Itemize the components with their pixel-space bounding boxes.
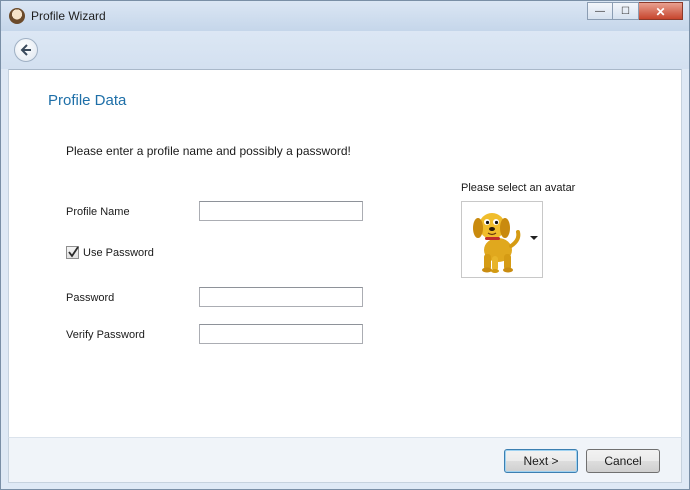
use-password-checkbox[interactable]	[66, 246, 79, 259]
wizard-footer: Next > Cancel	[8, 437, 682, 483]
page-title: Profile Data	[48, 92, 127, 109]
avatar-label: Please select an avatar	[461, 182, 576, 194]
instruction-text: Please enter a profile name and possibly…	[66, 144, 351, 158]
dropdown-arrow-icon[interactable]	[530, 236, 538, 240]
close-button[interactable]: ✕	[639, 2, 683, 20]
password-label: Password	[66, 292, 115, 304]
profile-name-input[interactable]	[199, 201, 363, 221]
cancel-button[interactable]: Cancel	[586, 449, 660, 473]
window-title: Profile Wizard	[31, 9, 106, 23]
back-button[interactable]	[14, 38, 38, 62]
next-button[interactable]: Next >	[504, 449, 578, 473]
use-password-checkbox-row[interactable]: Use Password	[66, 246, 154, 259]
avatar-selector[interactable]	[461, 201, 543, 278]
maximize-button[interactable]: ☐	[613, 2, 639, 20]
dog-avatar-icon	[473, 213, 521, 273]
title-bar[interactable]: Profile Wizard — ☐ ✕	[1, 1, 689, 31]
profile-name-label: Profile Name	[66, 206, 130, 218]
app-icon	[9, 8, 25, 24]
password-input[interactable]	[199, 287, 363, 307]
checkmark-icon	[68, 246, 79, 258]
wizard-content: Profile Data Please enter a profile name…	[8, 69, 682, 437]
use-password-label: Use Password	[83, 246, 154, 259]
verify-password-label: Verify Password	[66, 329, 145, 341]
arrow-left-icon	[20, 44, 31, 56]
window-controls: — ☐ ✕	[587, 2, 683, 22]
wizard-nav-bar	[1, 31, 689, 69]
profile-wizard-window: Profile Wizard — ☐ ✕ Profile Data Please…	[0, 0, 690, 490]
verify-password-input[interactable]	[199, 324, 363, 344]
minimize-button[interactable]: —	[587, 2, 613, 20]
